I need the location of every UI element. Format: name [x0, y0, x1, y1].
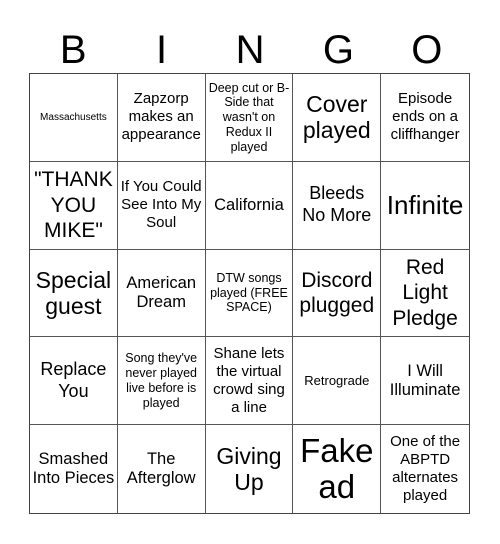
bingo-cell[interactable]: Zapzorp makes an appearance [117, 74, 206, 162]
bingo-cell[interactable]: The Afterglow [118, 425, 206, 513]
bingo-cell[interactable]: Replace You [30, 337, 118, 426]
bingo-cell[interactable]: Special guest [30, 249, 118, 338]
bingo-cell[interactable]: Bleeds No More [293, 161, 382, 250]
bingo-cell[interactable]: "THANK YOU MIKE" [30, 161, 118, 250]
bingo-cell[interactable]: Cover played [293, 74, 382, 162]
header-letter-i: I [156, 28, 168, 72]
header-letter-b: B [59, 28, 87, 72]
bingo-cell[interactable]: If You Could See Into My Soul [117, 161, 206, 250]
bingo-cell[interactable]: Infinite [381, 162, 469, 250]
bingo-cell[interactable]: Shane lets the virtual crowd sing a line [205, 337, 294, 426]
bingo-cell[interactable]: Retrograde [293, 337, 382, 426]
header-letter-o: O [411, 28, 443, 72]
header-letter-g: G [322, 28, 354, 72]
bingo-grid: Massachusetts Zapzorp makes an appearanc… [29, 73, 470, 514]
bingo-cell[interactable]: I Will Illuminate [381, 337, 469, 426]
bingo-cell-free-space[interactable]: DTW songs played (FREE SPACE) [205, 249, 294, 338]
header-letter-n: N [235, 28, 265, 72]
bingo-cell[interactable]: Smashed Into Pieces [30, 425, 118, 513]
bingo-header: B I N G O [29, 27, 471, 73]
bingo-cell[interactable]: Episode ends on a cliffhanger [381, 74, 469, 162]
bingo-cell[interactable]: Red Light Pledge [381, 250, 469, 338]
bingo-cell[interactable]: Song they've never played live before is… [117, 337, 206, 426]
bingo-cell[interactable]: Giving Up [206, 425, 294, 513]
bingo-cell[interactable]: Massachusetts [30, 74, 118, 162]
bingo-cell[interactable]: Fake ad [293, 425, 382, 513]
bingo-cell[interactable]: Deep cut or B-Side that wasn't on Redux … [205, 74, 294, 162]
bingo-cell[interactable]: Discord plugged [293, 249, 382, 338]
bingo-cell[interactable]: California [205, 161, 294, 250]
bingo-cell[interactable]: One of the ABPTD alternates played [381, 425, 469, 513]
bingo-cell[interactable]: American Dream [117, 249, 206, 338]
